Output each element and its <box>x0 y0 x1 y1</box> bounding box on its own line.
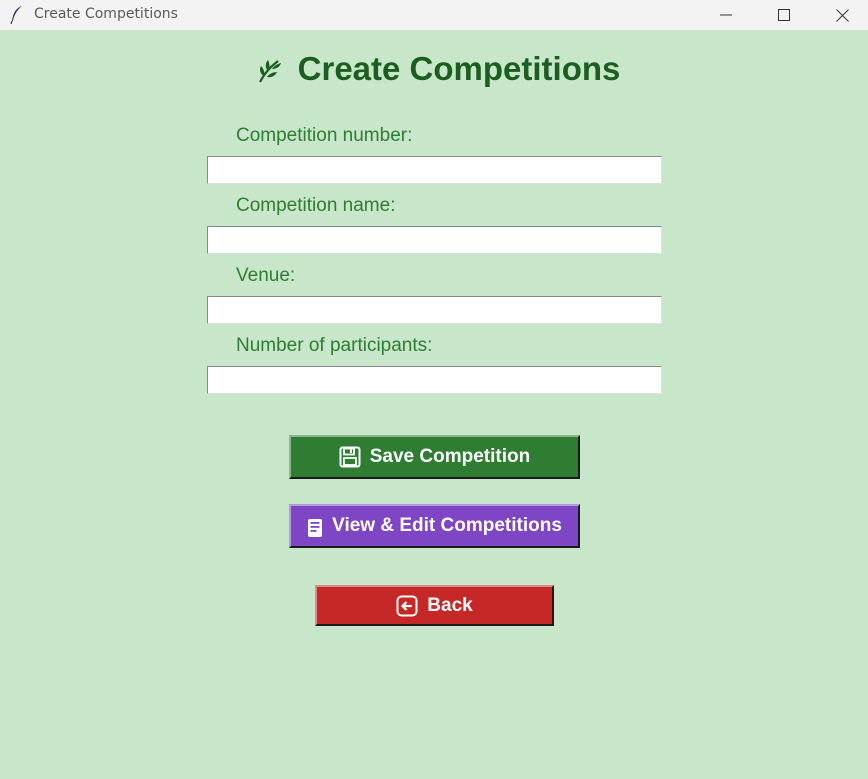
maximize-button[interactable] <box>755 0 813 30</box>
minimize-icon <box>720 14 732 16</box>
floppy-disk-icon <box>339 446 361 468</box>
back-arrow-icon <box>396 595 418 616</box>
app-window: Create Competitions Create Competitions … <box>0 0 868 779</box>
competition-name-input[interactable] <box>207 226 662 254</box>
page-heading: Create Competitions <box>0 50 868 93</box>
view-edit-competitions-label: View & Edit Competitions <box>332 515 562 536</box>
venue-input[interactable] <box>207 296 662 324</box>
back-label: Back <box>427 594 473 616</box>
close-button[interactable] <box>813 0 868 30</box>
window-title: Create Competitions <box>34 6 178 22</box>
close-icon <box>835 8 849 22</box>
participants-label: Number of participants: <box>236 335 433 356</box>
save-competition-button[interactable]: Save Competition <box>289 435 580 479</box>
maximize-icon <box>778 9 790 21</box>
view-edit-competitions-button[interactable]: View & Edit Competitions <box>289 504 580 548</box>
feather-icon <box>9 5 25 25</box>
participants-input[interactable] <box>207 366 662 394</box>
save-competition-label: Save Competition <box>369 446 531 467</box>
title-bar: Create Competitions <box>0 0 868 30</box>
minimize-button[interactable] <box>697 0 755 30</box>
venue-label: Venue: <box>236 265 296 286</box>
page-title: Create Competitions <box>297 50 621 87</box>
back-button[interactable]: Back <box>315 585 554 626</box>
competition-name-label: Competition name: <box>236 195 396 216</box>
leaf-icon <box>256 55 284 83</box>
competition-number-label: Competition number: <box>236 125 413 146</box>
document-icon <box>308 519 323 537</box>
competition-number-input[interactable] <box>207 156 662 184</box>
